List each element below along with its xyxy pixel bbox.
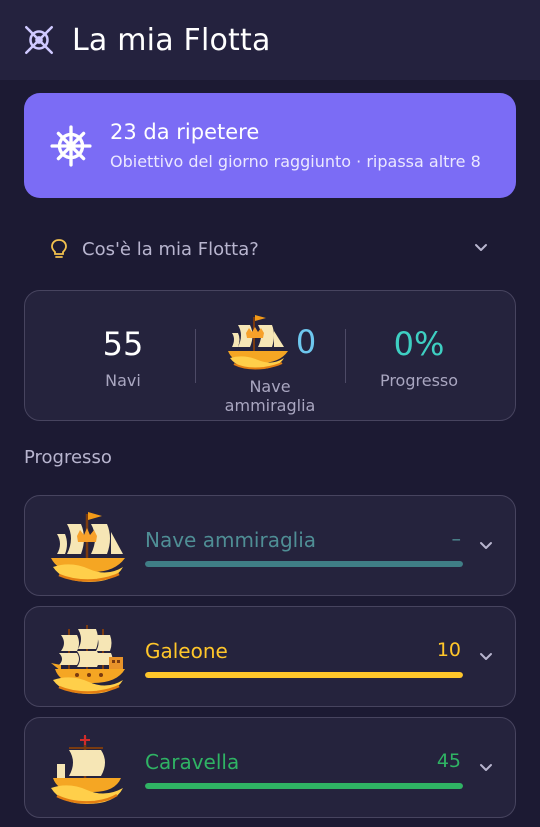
rank-row-galleon[interactable]: Galeone 10 — [24, 606, 516, 707]
ships-count: 55 — [102, 325, 144, 363]
progress-percent: 0% — [393, 325, 445, 363]
rank-count: 45 — [436, 750, 461, 772]
app-header: La mia Flotta — [0, 0, 540, 80]
progress-section-title: Progresso — [24, 447, 112, 468]
rank-name: Galeone — [145, 639, 228, 663]
rank-progress-bar — [145, 783, 463, 789]
rank-row-flagship[interactable]: Nave ammiraglia – — [24, 495, 516, 596]
chevron-down-icon — [480, 764, 492, 771]
fleet-info-expander[interactable]: Cos'è la mia Flotta? — [24, 226, 516, 272]
flagship-icon — [51, 512, 125, 582]
rank-progress-fill — [145, 561, 463, 567]
rank-count: – — [451, 528, 462, 550]
stat-divider — [195, 329, 196, 383]
flagship-count: 0 — [295, 323, 317, 361]
fleet-stats-panel: 55 Navi 0 Nave ammiraglia 0% Progresso — [24, 290, 516, 421]
lightbulb-icon — [51, 239, 67, 258]
review-count: 23 da ripetere — [110, 120, 260, 144]
flagship-icon — [227, 315, 288, 370]
fleet-info-label: Cos'è la mia Flotta? — [82, 238, 259, 260]
review-due-card[interactable]: 23 da ripetere Obiettivo del giorno ragg… — [24, 93, 516, 198]
rank-progress-bar — [145, 561, 463, 567]
rank-name: Caravella — [145, 750, 240, 774]
rank-progress-fill — [145, 672, 463, 678]
galleon-icon — [51, 625, 125, 694]
stat-divider — [345, 329, 346, 383]
rank-row-caravel[interactable]: Caravella 45 — [24, 717, 516, 818]
rank-count: 10 — [436, 639, 461, 661]
chevron-down-icon — [475, 244, 487, 251]
review-subtitle: Obiettivo del giorno raggiunto · ripassa… — [110, 152, 481, 171]
rank-progress-fill — [145, 783, 463, 789]
rank-name: Nave ammiraglia — [145, 528, 317, 552]
ships-label: Navi — [105, 371, 141, 390]
flagship-label: Nave ammiraglia — [224, 377, 316, 415]
chevron-down-icon — [480, 653, 492, 660]
stat-ships: 55 Navi — [73, 291, 173, 422]
rank-progress-bar — [145, 672, 463, 678]
stat-flagship: 0 Nave ammiraglia — [203, 291, 337, 422]
ship-wheel-icon — [50, 124, 92, 167]
chevron-down-icon — [480, 542, 492, 549]
ship-wheel-icon — [24, 25, 54, 55]
stat-progress: 0% Progresso — [369, 291, 469, 422]
page-title: La mia Flotta — [72, 22, 271, 58]
progress-label: Progresso — [379, 371, 459, 390]
caravel-icon — [51, 735, 123, 804]
